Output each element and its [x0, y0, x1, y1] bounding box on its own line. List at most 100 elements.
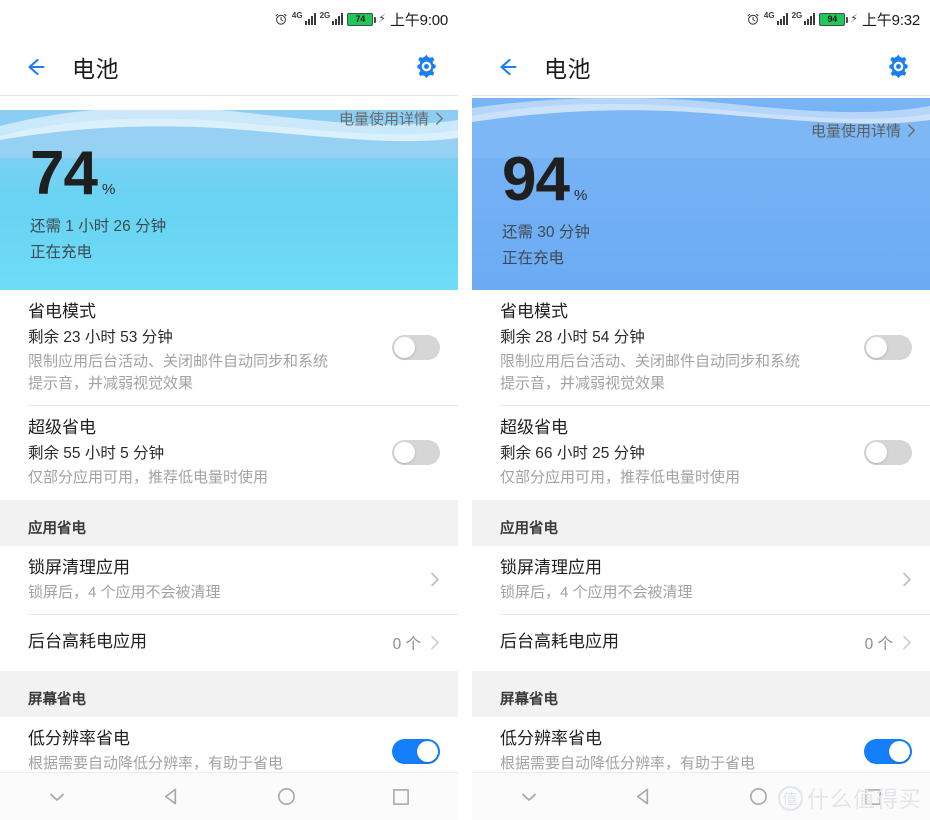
sidebar-item-power-saving-mode[interactable]: 省电模式 剩余 28 小时 54 分钟 限制应用后台活动、关闭邮件自动同步和系统… [472, 290, 930, 405]
status-bar-clock: 上午9:32 [862, 11, 920, 29]
page-title: 电池 [72, 55, 119, 82]
signal-sim1: 4G [763, 11, 788, 25]
phone-screenshot-left: 4G 2G 74 ⚡ 上午9:00 电池 电量使用详情 74 % 还需 1 小时… [0, 0, 458, 820]
phone-screenshot-right: 4G 2G 94 ⚡ 上午9:32 电池 电量使用详情 94 % 还需 30 分… [472, 0, 930, 820]
app-bar: 电池 [472, 38, 930, 96]
section-spacer [472, 499, 930, 510]
chevron-down-icon [50, 793, 65, 801]
battery-charging-status: 正在充电 [30, 243, 93, 261]
section-header-screen-saving: 屏幕省电 [472, 680, 930, 717]
battery-hero-card[interactable]: 电量使用详情 94 % 还需 30 分钟 正在充电 [472, 96, 930, 290]
battery-indicator-icon: 74 [347, 12, 377, 26]
hide-navbar-button[interactable] [472, 786, 587, 808]
ultra-power-saving-toggle[interactable] [864, 440, 912, 466]
row-title: 省电模式 [28, 302, 96, 321]
row-description: 根据需要自动降低分辨率，有助于省电 [500, 754, 756, 772]
low-resolution-saving-toggle[interactable] [392, 738, 440, 764]
sidebar-item-lockscreen-cleanup-apps[interactable]: 锁屏清理应用 锁屏后，4 个应用不会被清理 [0, 545, 458, 614]
back-button[interactable] [587, 786, 702, 807]
section-header-app-saving: 应用省电 [472, 509, 930, 546]
sim1-network-label: 4G [763, 11, 775, 20]
row-description: 仅部分应用可用，推荐低电量时使用 [500, 469, 741, 487]
row-trailing: 0 个 [865, 632, 912, 654]
row-trailing [902, 571, 912, 588]
home-button[interactable] [229, 786, 344, 807]
row-description: 锁屏后，4 个应用不会被清理 [28, 583, 221, 601]
recents-button[interactable] [816, 787, 930, 807]
battery-usage-details-link[interactable]: 电量使用详情 [339, 108, 444, 129]
chevron-right-icon [903, 636, 911, 650]
signal-bars-icon [332, 13, 344, 25]
row-title: 省电模式 [500, 302, 568, 321]
back-arrow-icon[interactable] [492, 52, 522, 82]
row-trailing [430, 571, 440, 588]
row-title: 超级省电 [500, 418, 568, 437]
back-arrow-icon[interactable] [20, 52, 50, 82]
row-description: 根据需要自动降低分辨率，有助于省电 [28, 754, 284, 772]
signal-sim2: 2G [320, 12, 344, 25]
sidebar-item-lockscreen-cleanup-apps[interactable]: 锁屏清理应用 锁屏后，4 个应用不会被清理 [472, 545, 930, 614]
battery-usage-details-label: 电量使用详情 [810, 123, 901, 140]
navigation-bar [472, 772, 930, 820]
triangle-back-icon [637, 788, 649, 805]
chevron-right-icon [431, 573, 439, 587]
sidebar-item-ultra-power-saving[interactable]: 超级省电 剩余 66 小时 25 分钟 仅部分应用可用，推荐低电量时使用 [472, 406, 930, 500]
alarm-clock-icon [274, 12, 288, 26]
row-title: 锁屏清理应用 [500, 557, 602, 577]
recents-button[interactable] [344, 787, 459, 807]
charging-bolt-icon: ⚡ [850, 12, 858, 25]
charging-bolt-icon: ⚡ [378, 12, 386, 25]
power-saving-mode-toggle[interactable] [864, 335, 912, 360]
row-value: 剩余 55 小时 5 分钟 [28, 444, 165, 462]
chevron-right-icon [903, 573, 911, 587]
row-title: 后台高耗电应用 [28, 632, 147, 652]
page-title: 电池 [544, 55, 591, 82]
sidebar-item-ultra-power-saving[interactable]: 超级省电 剩余 55 小时 5 分钟 仅部分应用可用，推荐低电量时使用 [0, 406, 458, 500]
battery-percent-value: 94 [502, 145, 570, 214]
home-button[interactable] [701, 786, 816, 807]
alarm-clock-icon [746, 12, 760, 26]
back-button[interactable] [115, 786, 230, 807]
row-description: 限制应用后台活动、关闭邮件自动同步和系统 提示音，并减弱视觉效果 [28, 353, 329, 392]
square-recents-icon [392, 788, 409, 805]
battery-level-text: 94 [827, 13, 838, 24]
gear-icon[interactable] [885, 53, 912, 80]
power-saving-mode-toggle[interactable] [392, 335, 440, 360]
sidebar-item-high-drain-background-apps[interactable]: 后台高耗电应用 0 个 [0, 614, 458, 671]
circle-home-icon [277, 788, 295, 805]
signal-sim2: 2G [791, 11, 816, 25]
square-recents-icon [864, 788, 881, 805]
section-spacer [0, 499, 458, 510]
signal-bars-icon [304, 13, 316, 25]
row-trailing: 0 个 [393, 632, 440, 654]
battery-time-remaining: 还需 30 分钟 [502, 223, 590, 241]
low-resolution-saving-toggle[interactable] [864, 738, 912, 764]
row-description: 限制应用后台活动、关闭邮件自动同步和系统 提示音，并减弱视觉效果 [500, 353, 801, 392]
battery-time-remaining: 还需 1 小时 26 分钟 [30, 217, 167, 235]
ultra-power-saving-toggle[interactable] [392, 440, 440, 466]
sim2-network-label: 2G [791, 11, 803, 20]
battery-percent-value: 74 [30, 139, 98, 208]
battery-hero-card[interactable]: 电量使用详情 74 % 还需 1 小时 26 分钟 正在充电 [0, 96, 458, 290]
row-value: 剩余 66 小时 25 分钟 [500, 444, 645, 462]
signal-sim1: 4G [292, 12, 316, 25]
row-title: 锁屏清理应用 [28, 557, 130, 577]
section-spacer [0, 670, 458, 681]
hide-navbar-button[interactable] [0, 786, 115, 808]
app-bar: 电池 [0, 38, 458, 96]
battery-level-text: 74 [355, 13, 366, 24]
battery-usage-details-link[interactable]: 电量使用详情 [811, 120, 916, 141]
sidebar-item-power-saving-mode[interactable]: 省电模式 剩余 23 小时 53 分钟 限制应用后台活动、关闭邮件自动同步和系统… [0, 290, 458, 405]
sidebar-item-high-drain-background-apps[interactable]: 后台高耗电应用 0 个 [472, 614, 930, 671]
navigation-bar [0, 772, 458, 820]
section-header-screen-saving: 屏幕省电 [0, 680, 458, 717]
chevron-down-icon [522, 793, 537, 801]
row-value: 剩余 23 小时 53 分钟 [28, 328, 173, 346]
chevron-right-icon [908, 124, 915, 137]
section-header-app-saving: 应用省电 [0, 509, 458, 546]
status-bar-clock: 上午9:00 [390, 11, 448, 29]
battery-indicator-icon: 94 [819, 12, 849, 26]
gear-icon[interactable] [413, 53, 440, 80]
triangle-back-icon [165, 788, 177, 805]
battery-charging-status: 正在充电 [502, 249, 565, 267]
